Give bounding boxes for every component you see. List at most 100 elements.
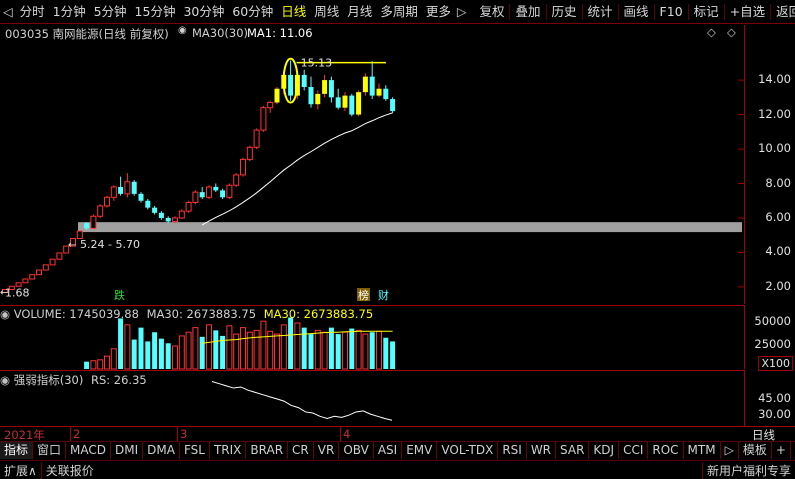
event-marker-cai[interactable]: 财 — [378, 288, 389, 302]
period-tab-5[interactable]: 60分钟 — [228, 1, 277, 23]
candle — [185, 200, 192, 213]
indicator-tab-20[interactable]: MTM — [684, 442, 721, 459]
template-button[interactable]: 模板 — [737, 442, 772, 459]
tool-button-3[interactable]: 统计 — [584, 1, 617, 23]
event-marker-die[interactable]: 跌 — [114, 288, 125, 302]
indicator-expand-icon[interactable]: ◉ — [178, 25, 187, 36]
volume-bar — [369, 332, 375, 369]
toolbar-separator — [770, 3, 772, 20]
period-tab-8[interactable]: 月线 — [343, 1, 376, 23]
indicator-tab-19[interactable]: ROC — [648, 442, 684, 459]
price-chart-pane[interactable]: 15.13 1.68 ← 5.24 - 5.70 ← 跌榜财 — [0, 25, 745, 304]
period-tab-0[interactable]: 分时 — [16, 1, 49, 23]
indicator-tab-12[interactable]: EMV — [402, 442, 438, 459]
tool-button-0[interactable]: 复权 — [475, 1, 508, 23]
toolbar-more-arrow[interactable]: ▷ — [455, 1, 469, 23]
candle-body — [199, 192, 205, 198]
rs-tick-label: 30.00 — [758, 407, 791, 422]
indicator-tab-11[interactable]: ASI — [374, 442, 403, 459]
price-tick-label: 6.00 — [765, 209, 791, 224]
indicator-tab-7[interactable]: BRAR — [246, 442, 289, 459]
chart-close-icon[interactable]: ◇ — [727, 25, 736, 39]
indicator-tab-6[interactable]: TRIX — [210, 442, 247, 459]
volume-bar — [192, 327, 199, 370]
price-range-band — [78, 222, 742, 233]
event-marker-bang[interactable]: 榜 — [358, 288, 369, 302]
indicator-tab-16[interactable]: SAR — [556, 442, 590, 459]
candle-body — [233, 174, 240, 186]
indicator-tab-13[interactable]: VOL-TDX — [437, 442, 499, 459]
period-tab-1[interactable]: 1分钟 — [49, 1, 90, 23]
candle — [158, 211, 164, 220]
period-tab-10[interactable]: 更多 — [422, 1, 455, 23]
candle-body — [328, 80, 334, 98]
indicator-tab-15[interactable]: WR — [527, 442, 557, 459]
candle-body — [362, 76, 368, 93]
candle — [213, 183, 219, 193]
candle-body — [206, 186, 212, 198]
tool-button-8[interactable]: 返回 — [772, 1, 795, 23]
candle-body — [315, 93, 321, 105]
period-tab-6[interactable]: 日线 — [277, 1, 310, 23]
candle — [288, 60, 294, 101]
volume-bar — [253, 329, 260, 370]
indicator-tab-3[interactable]: DMI — [111, 442, 144, 459]
volume-unit-label: X100 — [758, 356, 793, 371]
volume-bar — [294, 322, 301, 370]
indicator-tab-10[interactable]: OBV — [339, 442, 374, 459]
indicator-tab-1[interactable]: 窗口 — [33, 442, 67, 459]
candle-body — [213, 186, 219, 191]
volume-pane[interactable]: ◉ VOLUME: 1745039.88 MA30: 2673883.75 MA… — [0, 305, 745, 370]
candle — [138, 192, 144, 203]
candle-body — [220, 190, 226, 198]
price-tick-label: 4.00 — [765, 244, 791, 259]
related-quotes-button[interactable]: 关联报价 — [42, 462, 98, 479]
rs-expand-icon[interactable]: ◉ — [0, 373, 10, 387]
indicator-tab-14[interactable]: RSI — [498, 442, 527, 459]
candle — [369, 61, 375, 100]
rs-pane[interactable]: ◉ 强弱指标(30) RS: 26.35 — [0, 370, 745, 426]
indicator-tab-0[interactable]: 指标 — [0, 442, 34, 459]
candle-body — [29, 274, 36, 280]
volume-bar — [97, 359, 104, 370]
indicator-tab-4[interactable]: DMA — [143, 442, 180, 459]
period-tab-2[interactable]: 5分钟 — [90, 1, 131, 23]
period-tab-4[interactable]: 30分钟 — [179, 1, 228, 23]
tool-button-1[interactable]: 叠加 — [511, 1, 544, 23]
volume-bar — [213, 330, 219, 369]
candle — [342, 92, 348, 112]
candle-body — [104, 196, 110, 207]
volume-bar — [321, 331, 328, 370]
range-arrow-icon: ← — [68, 240, 76, 251]
add-window-button[interactable]: + — [772, 442, 791, 459]
candle-body — [376, 88, 382, 96]
candle-body — [308, 86, 314, 105]
volume-bar — [104, 355, 110, 370]
new-user-promo-link[interactable]: 新用户福利专享 — [701, 461, 795, 479]
volume-ma30-line — [202, 330, 393, 344]
period-tab-7[interactable]: 周线 — [310, 1, 343, 23]
indicator-tab-8[interactable]: CR — [288, 442, 314, 459]
toolbar-separator — [723, 3, 725, 20]
candle-body — [165, 217, 171, 222]
tabs-scroll-right[interactable]: ▷ — [721, 442, 738, 459]
indicator-tab-9[interactable]: VR — [314, 442, 340, 459]
tool-button-6[interactable]: 标记 — [690, 1, 723, 23]
tool-button-2[interactable]: 历史 — [548, 1, 581, 23]
indicator-tab-2[interactable]: MACD — [66, 442, 112, 459]
indicator-tab-18[interactable]: CCI — [619, 442, 649, 459]
remove-window-button[interactable]: - — [791, 442, 795, 459]
indicator-tab-5[interactable]: FSL — [180, 442, 210, 459]
volume-tick-label: 50000 — [754, 314, 791, 329]
expand-button[interactable]: 扩展∧ — [0, 461, 42, 479]
tool-button-7[interactable]: +自选 — [726, 1, 769, 23]
tool-button-5[interactable]: F10 — [656, 1, 687, 23]
tool-button-4[interactable]: 画线 — [620, 1, 653, 23]
period-tab-9[interactable]: 多周期 — [376, 1, 422, 23]
indicator-tab-17[interactable]: KDJ — [589, 442, 620, 459]
chart-settings-icon[interactable]: ◇ — [707, 25, 716, 39]
candle-body — [356, 92, 362, 115]
toolbar-back-arrow[interactable]: ◁ — [0, 1, 16, 23]
period-tab-3[interactable]: 15分钟 — [131, 1, 180, 23]
volume-expand-icon[interactable]: ◉ — [0, 307, 10, 321]
